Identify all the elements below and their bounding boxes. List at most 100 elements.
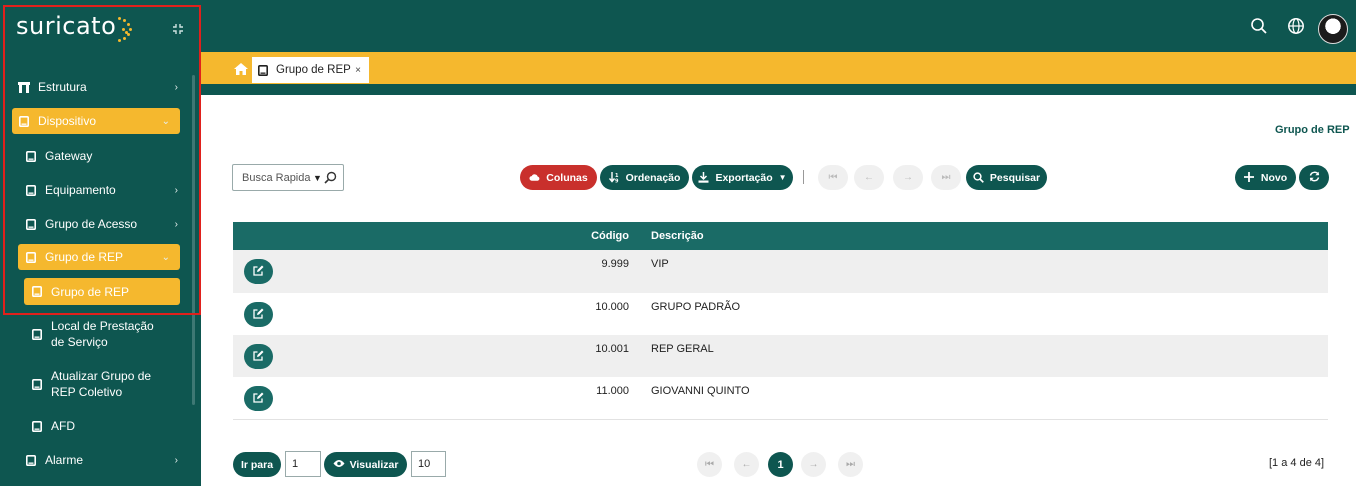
caret-down-icon: ▼ xyxy=(778,173,787,182)
sidebar-scrollbar[interactable] xyxy=(192,75,195,405)
sidebar-item-equipamento[interactable]: Equipamento › xyxy=(25,181,188,199)
sidebar-item-atualizar-grupo-rep[interactable]: Atualizar Grupo de REP Coletivo xyxy=(31,367,181,401)
sidebar-item-estrutura[interactable]: Estrutura › xyxy=(18,78,188,96)
table-row[interactable]: 10.000 GRUPO PADRÃO xyxy=(233,293,1328,336)
sidebar: suricato Estrutura › Dispositivo ⌄ Gatew… xyxy=(0,0,201,486)
label-line-2: de Serviço xyxy=(51,335,108,349)
device-icon xyxy=(31,378,43,390)
exportacao-button[interactable]: Exportação ▼ xyxy=(692,165,793,190)
avatar[interactable] xyxy=(1318,14,1348,44)
svg-text:9: 9 xyxy=(615,179,619,184)
page-number-input[interactable]: 1 xyxy=(285,451,321,477)
record-count: [1 a 4 de 4] xyxy=(1269,457,1325,469)
table-row[interactable]: 10.001 REP GERAL xyxy=(233,335,1328,378)
chevron-right-icon: › xyxy=(174,81,178,93)
edit-button[interactable] xyxy=(244,302,273,327)
row-description: GIOVANNI QUINTO xyxy=(651,385,750,397)
device-icon xyxy=(25,454,37,466)
last-page-icon: ⏭ xyxy=(941,172,951,183)
colunas-label: Colunas xyxy=(546,171,588,184)
first-page-button[interactable]: ⏮ xyxy=(818,165,848,190)
column-header-descricao[interactable]: Descrição xyxy=(651,230,704,242)
ir-para-button[interactable]: Ir para xyxy=(233,452,281,477)
page-size-input[interactable]: 10 xyxy=(411,451,446,477)
first-page-button[interactable]: ⏮ xyxy=(697,452,722,477)
caret-down-icon[interactable]: ▼ xyxy=(313,173,322,183)
quick-search-input[interactable]: Busca Rapida ▼ xyxy=(232,164,344,191)
prev-page-button[interactable]: ← xyxy=(854,165,884,190)
sidebar-item-label: Dispositivo xyxy=(38,114,97,128)
last-page-button[interactable]: ⏭ xyxy=(838,452,863,477)
row-description: VIP xyxy=(651,258,669,270)
home-icon[interactable] xyxy=(234,63,248,75)
device-icon xyxy=(25,218,37,230)
search-icon[interactable] xyxy=(1250,17,1268,35)
novo-label: Novo xyxy=(1260,171,1288,184)
row-code: 10.001 xyxy=(595,343,629,355)
next-page-button[interactable]: → xyxy=(801,452,826,477)
label-line-2: REP Coletivo xyxy=(51,385,123,399)
ordenacao-label: Ordenação xyxy=(625,171,681,184)
table-row[interactable]: 9.999 VIP xyxy=(233,250,1328,293)
pesquisar-button[interactable]: Pesquisar xyxy=(966,165,1047,190)
sidebar-item-label: Equipamento xyxy=(45,183,116,197)
sidebar-item-grupo-de-acesso[interactable]: Grupo de Acesso › xyxy=(25,215,188,233)
refresh-icon xyxy=(1309,171,1320,185)
novo-button[interactable]: Novo xyxy=(1235,165,1296,190)
edit-button[interactable] xyxy=(244,259,273,284)
device-icon xyxy=(18,115,30,127)
first-page-icon: ⏮ xyxy=(828,172,838,183)
table-header: Código Descrição xyxy=(233,222,1328,250)
table-row[interactable]: 11.000 GIOVANNI QUINTO xyxy=(233,377,1328,420)
sidebar-item-label: Gateway xyxy=(45,149,93,163)
tab-bar: Grupo de REP × xyxy=(201,52,1356,95)
edit-button[interactable] xyxy=(244,344,273,369)
close-icon[interactable]: × xyxy=(355,65,361,76)
last-page-button[interactable]: ⏭ xyxy=(931,165,961,190)
search-placeholder: Busca Rapida xyxy=(242,171,311,184)
sidebar-item-label: Alarme xyxy=(45,453,84,467)
device-icon xyxy=(25,251,37,263)
tab-grupo-de-rep[interactable]: Grupo de REP × xyxy=(252,57,369,83)
row-code: 9.999 xyxy=(601,258,629,270)
colunas-button[interactable]: Colunas xyxy=(520,165,597,190)
visualizar-button[interactable]: Visualizar xyxy=(324,452,407,477)
sidebar-item-alarme[interactable]: Alarme › xyxy=(25,451,188,469)
arrow-right-icon: → xyxy=(808,459,819,470)
column-header-codigo[interactable]: Código xyxy=(591,230,629,242)
sidebar-item-gateway[interactable]: Gateway xyxy=(25,147,185,165)
row-description: GRUPO PADRÃO xyxy=(651,301,741,313)
row-description: REP GERAL xyxy=(651,343,714,355)
globe-icon[interactable] xyxy=(1287,17,1305,35)
visualizar-label: Visualizar xyxy=(349,458,399,471)
device-icon xyxy=(31,328,43,340)
top-bar xyxy=(201,0,1356,52)
chevron-down-icon: ⌄ xyxy=(161,251,170,263)
search-icon[interactable] xyxy=(324,171,337,184)
exportacao-label: Exportação xyxy=(715,171,773,184)
ordenacao-button[interactable]: 19 Ordenação xyxy=(600,165,689,190)
sidebar-item-label: Grupo de Acesso xyxy=(45,217,138,231)
sidebar-item-label: AFD xyxy=(51,419,75,433)
refresh-button[interactable] xyxy=(1299,165,1329,190)
edit-icon xyxy=(253,392,264,406)
collapse-sidebar-icon[interactable] xyxy=(172,23,184,35)
sidebar-item-dispositivo[interactable]: Dispositivo ⌄ xyxy=(12,108,180,134)
edit-icon xyxy=(253,308,264,322)
chevron-right-icon: › xyxy=(174,454,178,466)
ir-para-label: Ir para xyxy=(240,458,274,471)
device-icon xyxy=(258,64,268,76)
page-button-current[interactable]: 1 xyxy=(768,452,793,477)
sidebar-item-grupo-de-rep[interactable]: Grupo de REP ⌄ xyxy=(18,244,180,270)
sidebar-item-afd[interactable]: AFD xyxy=(31,417,181,435)
edit-button[interactable] xyxy=(244,386,273,411)
sidebar-item-local-de-prestacao[interactable]: Local de Prestação de Serviço xyxy=(31,317,181,351)
next-page-button[interactable]: → xyxy=(893,165,923,190)
download-icon xyxy=(698,172,709,183)
sidebar-item-label: Local de Prestação de Serviço xyxy=(51,318,154,350)
prev-page-button[interactable]: ← xyxy=(734,452,759,477)
sidebar-item-grupo-de-rep-child[interactable]: Grupo de REP xyxy=(24,278,180,305)
search-icon xyxy=(973,172,984,183)
sidebar-item-label: Grupo de REP xyxy=(51,284,130,299)
device-icon xyxy=(31,286,43,298)
